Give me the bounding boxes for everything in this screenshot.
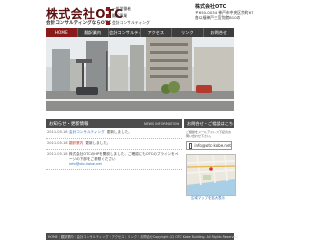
site-tagline: 会計コンサルティングならOTC: [46, 21, 112, 26]
news-row: 2011.05.18 翻訳業内 更新しました。: [46, 139, 182, 150]
badge-item: 一般労働者: [106, 5, 166, 12]
square-bullet-icon: [106, 6, 110, 11]
nav-access[interactable]: アクセス: [141, 28, 172, 37]
footer-links[interactable]: HOME｜翻訳業内｜会計コンサルティング｜アクセス｜リンク｜お問合せ: [48, 234, 153, 239]
street-scene-image: [46, 37, 234, 111]
map-image: [187, 155, 235, 195]
news-title: お知らせ・更新情報: [49, 121, 89, 127]
news-title-en: NEWS INFORMATION: [143, 121, 179, 126]
footer-copyright: Copyright (C) OTC Kobe Building. All Rig…: [152, 234, 239, 239]
news-date: 2011.05.18: [47, 141, 68, 146]
envelope-icon: [189, 142, 193, 149]
badge-label: 一般労働者: [112, 5, 131, 11]
nav-contact[interactable]: お問合せ: [204, 28, 235, 37]
contact-email[interactable]: info@otc-kobe.net: [194, 143, 231, 148]
news-text: 更新しました。: [106, 130, 132, 135]
news-email-link[interactable]: info@otc-kobe.net: [69, 162, 102, 166]
news-date: 2011.05.18: [47, 130, 68, 135]
contact-header: お問合せ・ご相談はこちら: [184, 119, 234, 128]
badge-item: 翻訳事業: [106, 12, 166, 19]
contact-note: ご相談をメールアドレス下記のお問い合わせ下さい。: [186, 130, 232, 138]
area-map[interactable]: [186, 154, 236, 196]
service-badges: 一般労働者 翻訳事業 会計コンサルティング: [106, 5, 166, 26]
contact-email-box[interactable]: info@otc-kobe.net: [186, 141, 232, 150]
contact-section: お問合せ・ご相談はこちら ご相談をメールアドレス下記のお問い合わせ下さい。 in…: [184, 119, 234, 151]
hero-photo: [46, 37, 234, 111]
news-date: 2011.05.18: [47, 151, 68, 156]
news-header: お知らせ・更新情報 NEWS INFORMATION: [46, 119, 182, 128]
badge-label: 翻訳事業: [112, 12, 128, 18]
footer-bar: HOME｜翻訳業内｜会計コンサルティング｜アクセス｜リンク｜お問合せ Copyr…: [46, 233, 239, 240]
company-address-2: 各以福神戸三宮別館B10の: [195, 15, 241, 21]
nav-translation[interactable]: 翻訳業内: [78, 28, 109, 37]
news-category-link[interactable]: 会計コンサルティング: [69, 130, 105, 135]
news-row: 2011.05.18 株式会社OTCのHPを開設しました。ご確認にもOTCのプラ…: [46, 150, 182, 171]
nav-links[interactable]: リンク: [172, 28, 204, 37]
map-enlarge-link[interactable]: 広域マップを拡大表示: [191, 195, 225, 200]
news-category-link[interactable]: 翻訳業内: [69, 141, 83, 146]
badge-item: 会計コンサルティング: [106, 19, 166, 26]
square-bullet-icon: [106, 13, 110, 18]
news-row: 2011.05.18 会計コンサルティング 更新しました。: [46, 128, 182, 139]
main-nav: HOME 翻訳業内 会計コンサルティング アクセス リンク お問合せ: [46, 28, 234, 37]
nav-home[interactable]: HOME: [46, 28, 78, 37]
company-info: 株式会社OTC 〒650-0034 神戸市中央区京町67 各以福神戸三宮別館B1…: [195, 4, 254, 21]
news-text: 更新しました。: [85, 141, 111, 146]
square-bullet-icon: [106, 20, 110, 25]
badge-label: 会計コンサルティング: [112, 19, 150, 25]
news-section: お知らせ・更新情報 NEWS INFORMATION 2011.05.18 会計…: [46, 119, 182, 171]
news-body: 株式会社OTCのHPを開設しました。ご確認にもOTCのプラインをページの下部をご…: [69, 152, 181, 167]
news-text: 株式会社OTCのHPを開設しました。ご確認にもOTCのプラインをページの下部をご…: [69, 151, 179, 161]
nav-consulting[interactable]: 会計コンサルティング: [109, 28, 141, 37]
